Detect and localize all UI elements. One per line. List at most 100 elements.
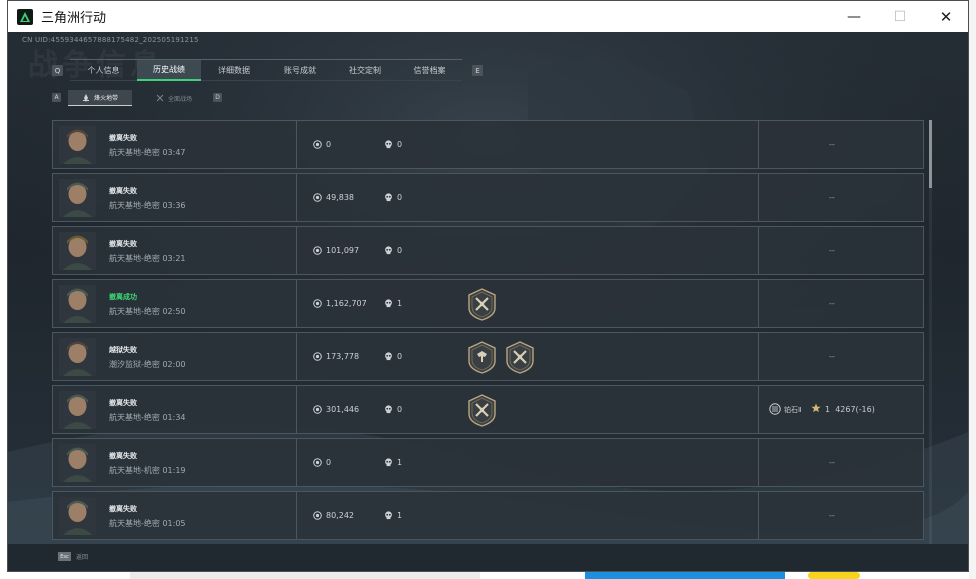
tab-match-history[interactable]: 历史战绩 [137, 59, 201, 81]
rank-stars-score: 1 4267(-16) [825, 405, 875, 414]
divider [758, 333, 759, 380]
skull-icon [385, 458, 392, 467]
match-map: 航天基地-绝密 [109, 413, 160, 422]
skull-icon [385, 511, 392, 520]
match-kills: 0 [397, 352, 403, 361]
rank-empty: -- [829, 193, 835, 202]
tab-social[interactable]: 社交定制 [333, 59, 397, 81]
divider [296, 439, 297, 486]
window-title: 三角洲行动 [41, 11, 107, 26]
match-row[interactable]: 撤离成功 航天基地-绝密 02:50 1,162,707 1 -- [52, 279, 924, 328]
tab-label: 社交定制 [349, 65, 381, 75]
match-kills: 1 [397, 458, 403, 467]
tab-label: 历史战绩 [153, 65, 185, 74]
match-result: 撤离失败 [109, 134, 137, 142]
match-row[interactable]: 撤离失败 航天基地-绝密 01:34 301,446 0 铂石Ⅱ 1 4267(-16) [52, 385, 924, 434]
subtab-operations[interactable]: 烽火地带 [68, 90, 132, 106]
subtab-label: 全面战场 [167, 95, 192, 103]
match-map: 航天基地-绝密 [109, 519, 160, 528]
match-row[interactable]: 撤离失败 航天基地-绝密 03:21 101,097 0 -- [52, 226, 924, 275]
match-map: 航天基地-绝密 [109, 201, 160, 210]
match-result: 越狱失败 [109, 346, 137, 354]
divider [758, 121, 759, 168]
prev-tab-key[interactable]: Q [52, 65, 63, 76]
match-row[interactable]: 越狱失败潮汐监狱-绝密 02:00 173,778 0 -- [52, 332, 924, 381]
rank-empty: -- [829, 352, 835, 361]
match-value: 49,838 [326, 193, 354, 202]
match-map-time: 航天基地-绝密 01:05 [109, 518, 186, 529]
match-map-time: 潮汐监狱-绝密 02:00 [109, 359, 186, 370]
match-map-time: 航天基地-绝密 03:21 [109, 253, 186, 264]
crossed-rifles-badge[interactable] [467, 288, 497, 321]
match-row[interactable]: 撤离失败 航天基地-绝密 03:47 0 0 -- [52, 120, 924, 169]
next-subtab-key[interactable]: D [213, 93, 222, 102]
minimize-button[interactable]: — [831, 1, 877, 32]
match-map: 航天基地-绝密 [109, 148, 160, 157]
operator-avatar [59, 285, 96, 323]
desktop: 三角洲行动 — ☐ ✕ CN UID:4559344657888175482_2… [0, 0, 976, 579]
match-value: 173,778 [326, 352, 360, 361]
crossed-rifles-badge[interactable] [467, 394, 497, 427]
operator-avatar [59, 232, 96, 270]
tab-detailed-data[interactable]: 详细数据 [201, 59, 267, 81]
flame-icon [82, 93, 89, 102]
match-row[interactable]: 撤离失败 航天基地-机密 01:19 0 1 -- [52, 438, 924, 487]
coin-icon [313, 511, 322, 520]
crossed-rifles-badge[interactable] [505, 341, 535, 374]
rank-empty: -- [829, 246, 835, 255]
match-map: 航天基地-绝密 [109, 307, 160, 316]
rank-empty: -- [829, 299, 835, 308]
close-icon: ✕ [939, 7, 953, 26]
window-titlebar: 三角洲行动 — ☐ ✕ [8, 1, 968, 32]
coin-icon [313, 352, 322, 361]
match-map-time: 航天基地-绝密 02:50 [109, 306, 186, 317]
maximize-icon: ☐ [893, 8, 907, 25]
coin-icon [313, 246, 322, 255]
tab-achievements[interactable]: 账号成就 [267, 59, 333, 81]
match-map-time: 航天基地-机密 01:19 [109, 465, 186, 476]
match-value: 80,242 [326, 511, 354, 520]
eagle-badge[interactable] [467, 341, 497, 374]
tab-profile[interactable]: 个人信息 [70, 59, 137, 81]
background-app-edge [130, 572, 480, 579]
divider [758, 492, 759, 539]
next-tab-key[interactable]: E [472, 65, 483, 76]
match-kills: 0 [397, 193, 403, 202]
match-map: 航天基地-绝密 [109, 254, 160, 263]
prev-subtab-key[interactable]: A [52, 93, 61, 102]
divider [296, 227, 297, 274]
background-app-edge [585, 572, 785, 579]
back-label: 返回 [76, 554, 89, 561]
app-logo-icon [17, 8, 33, 25]
coin-icon [313, 140, 322, 149]
operator-avatar [59, 391, 96, 429]
operator-avatar [59, 444, 96, 482]
match-value: 101,097 [326, 246, 360, 255]
coin-icon [313, 458, 322, 467]
tab-reputation[interactable]: 信誉档案 [397, 59, 462, 81]
match-map-time: 航天基地-绝密 03:47 [109, 147, 186, 158]
divider [296, 492, 297, 539]
match-time: 01:19 [162, 466, 186, 475]
rank-stars: 1 [825, 405, 831, 414]
rank-tier: 铂石Ⅱ [784, 406, 802, 414]
match-result: 撤离失败 [109, 187, 137, 195]
match-time: 02:50 [162, 307, 186, 316]
rank-tier-icon [769, 403, 781, 415]
close-button[interactable]: ✕ [923, 1, 968, 32]
match-result: 撤离失败 [109, 240, 137, 248]
rank-score: 4267(-16) [835, 405, 875, 414]
operator-avatar [59, 497, 96, 535]
back-button[interactable]: Esc 返回 [58, 552, 88, 561]
scrollbar-thumb[interactable] [929, 120, 932, 188]
match-row[interactable]: 撤离失败 航天基地-绝密 01:05 80,242 1 -- [52, 491, 924, 540]
match-kills: 0 [397, 405, 403, 414]
match-value: 0 [326, 458, 332, 467]
match-row[interactable]: 撤离失败 航天基地-绝密 03:36 49,838 0 -- [52, 173, 924, 222]
match-map-time: 航天基地-绝密 01:34 [109, 412, 186, 423]
tab-label: 详细数据 [218, 65, 250, 75]
maximize-button[interactable]: ☐ [877, 1, 923, 32]
match-time: 03:21 [162, 254, 186, 263]
subtab-warfare[interactable]: 全面战场 [142, 90, 206, 106]
match-time: 03:47 [162, 148, 186, 157]
